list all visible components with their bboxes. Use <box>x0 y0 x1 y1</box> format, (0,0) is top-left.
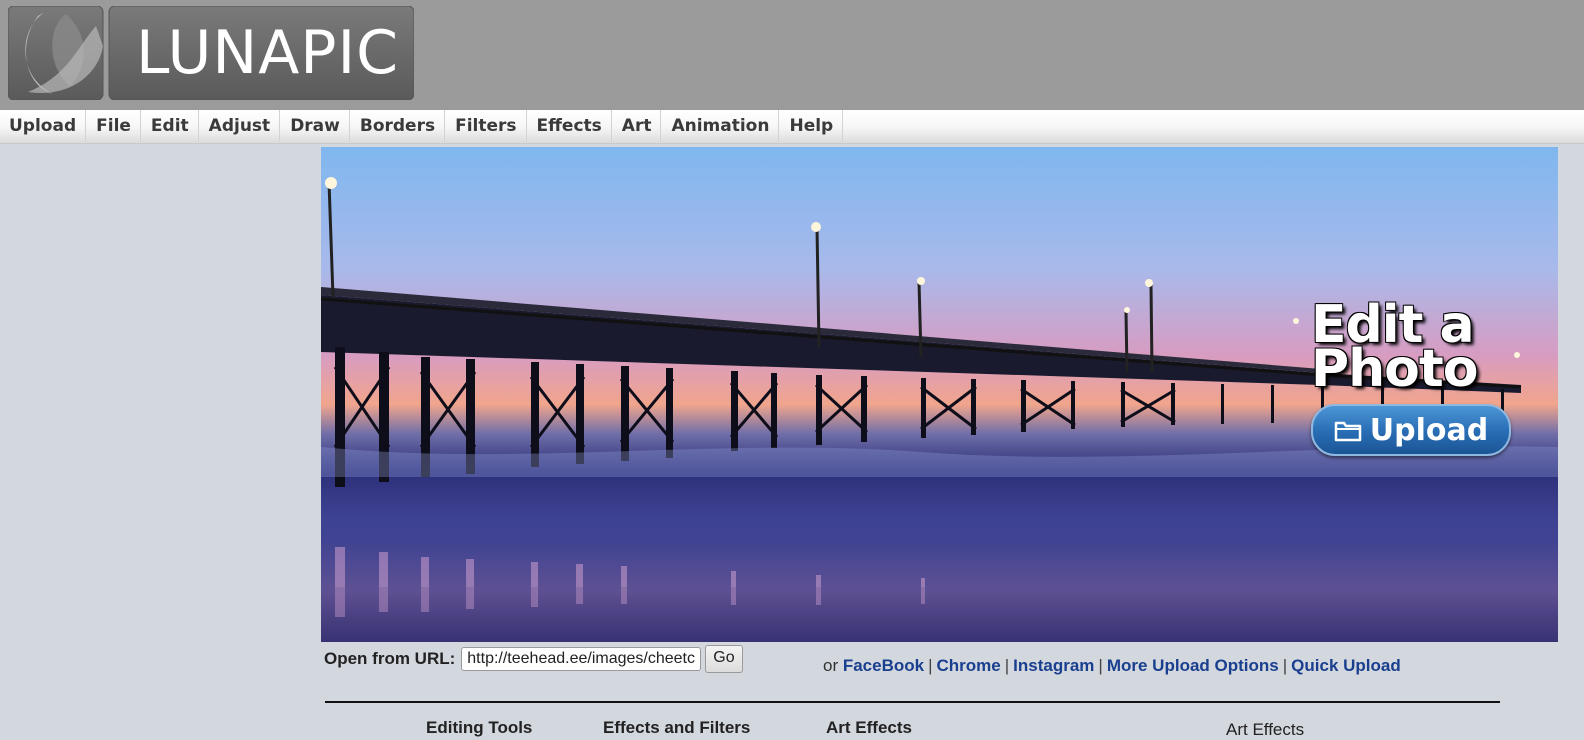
menu-draw[interactable]: Draw <box>280 110 350 142</box>
chrome-link[interactable]: Chrome <box>937 656 1001 675</box>
menu-upload[interactable]: Upload <box>0 110 87 142</box>
menu-filters[interactable]: Filters <box>445 110 527 142</box>
open-from-url-row: Open from URL: http://teehead.ee/images/… <box>324 645 743 673</box>
main-menu: Upload File Edit Adjust Draw Borders Fil… <box>0 110 1584 144</box>
menu-animation[interactable]: Animation <box>661 110 780 142</box>
url-input[interactable]: http://teehead.ee/images/cheetc <box>461 647 702 671</box>
folder-icon <box>1334 418 1362 442</box>
facebook-link[interactable]: FaceBook <box>843 656 924 675</box>
hero-upload-label: Upload <box>1369 412 1489 448</box>
quick-upload-link[interactable]: Quick Upload <box>1291 656 1401 675</box>
links-prefix: or <box>823 656 843 675</box>
separator: | <box>1282 656 1288 675</box>
more-upload-options-link[interactable]: More Upload Options <box>1107 656 1279 675</box>
logo-text: LUNAPIC <box>136 18 400 88</box>
upload-links: or FaceBook | Chrome | Instagram | More Upload… <box>823 656 1401 676</box>
separator: | <box>1098 656 1103 675</box>
url-label: Open from URL: <box>324 649 456 668</box>
hero-title: Edit a Photo <box>1311 299 1531 399</box>
menu-effects[interactable]: Effects <box>527 110 612 142</box>
lunapic-logo[interactable]: LUNAPIC <box>7 5 415 101</box>
content-divider <box>325 701 1500 703</box>
hero-upload-button[interactable]: Upload <box>1311 404 1511 456</box>
hero-title-line2: Photo <box>1311 339 1478 399</box>
site-header: LUNAPIC <box>0 0 1584 110</box>
menu-edit[interactable]: Edit <box>141 110 199 142</box>
instagram-link[interactable]: Instagram <box>1013 656 1094 675</box>
footer-art-effects-label: Art Effects <box>1226 720 1305 739</box>
footer-heading-editing-tools[interactable]: Editing Tools <box>426 718 532 738</box>
go-button[interactable]: Go <box>705 645 743 673</box>
footer-heading-art-effects[interactable]: Art Effects <box>826 718 912 738</box>
menu-borders[interactable]: Borders <box>350 110 446 142</box>
menu-adjust[interactable]: Adjust <box>199 110 281 142</box>
separator: | <box>1004 656 1010 675</box>
menu-help[interactable]: Help <box>779 110 844 142</box>
separator: | <box>928 656 933 675</box>
menu-file[interactable]: File <box>86 110 141 142</box>
footer-heading-effects-filters[interactable]: Effects and Filters <box>603 718 750 738</box>
menu-art[interactable]: Art <box>612 110 662 142</box>
hero-banner[interactable]: Edit a Photo Upload <box>321 147 1558 642</box>
